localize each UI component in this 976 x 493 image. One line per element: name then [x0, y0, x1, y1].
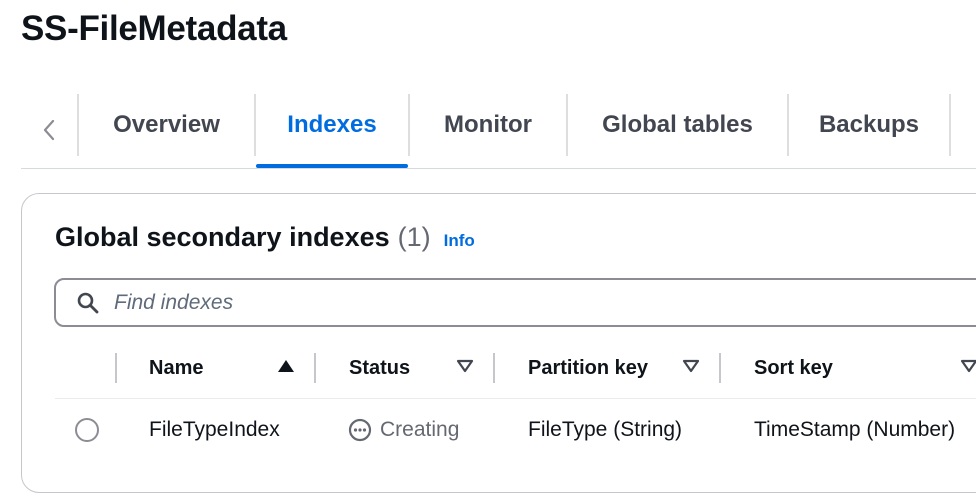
- column-divider: [115, 353, 117, 383]
- tab-overview[interactable]: Overview: [79, 92, 254, 158]
- search-icon: [77, 292, 99, 314]
- column-header-partition-key[interactable]: Partition key: [528, 353, 648, 383]
- search-input[interactable]: [114, 280, 974, 325]
- status-text: Creating: [380, 418, 460, 441]
- tab-divider: [949, 94, 951, 156]
- gsi-title: Global secondary indexes: [55, 222, 390, 252]
- partition-key-value: FileType (String): [528, 418, 683, 441]
- sort-icon[interactable]: [960, 359, 976, 373]
- info-link[interactable]: Info: [444, 231, 475, 251]
- column-header-status[interactable]: Status: [349, 353, 410, 383]
- table-row-divider: [55, 398, 976, 399]
- column-divider: [493, 353, 495, 383]
- tab-global-tables[interactable]: Global tables: [568, 92, 787, 158]
- tab-bar: Overview Indexes Monitor Global tables B…: [21, 92, 976, 169]
- column-header-sort-key[interactable]: Sort key: [754, 353, 833, 383]
- search-box: [54, 278, 976, 327]
- sort-ascending-icon[interactable]: [277, 359, 295, 373]
- in-progress-icon: [348, 418, 372, 442]
- status-cell: Creating: [348, 415, 459, 445]
- column-header-name[interactable]: Name: [149, 353, 203, 383]
- index-name: FileTypeIndex: [149, 418, 280, 441]
- sort-icon[interactable]: [682, 359, 700, 373]
- tab-backups[interactable]: Backups: [789, 92, 949, 158]
- tab-indexes[interactable]: Indexes: [256, 92, 408, 158]
- gsi-count: (1): [397, 222, 431, 252]
- tabs-scroll-left-button[interactable]: [21, 92, 77, 167]
- active-tab-indicator: [256, 164, 408, 168]
- sort-key-value: TimeStamp (Number): [754, 418, 956, 441]
- column-divider: [314, 353, 316, 383]
- chevron-left-icon: [43, 119, 55, 140]
- sort-icon[interactable]: [456, 359, 474, 373]
- column-divider: [719, 353, 721, 383]
- tab-monitor[interactable]: Monitor: [410, 92, 566, 158]
- gsi-heading: Global secondary indexes (1) Info: [55, 222, 475, 260]
- row-select-radio[interactable]: [75, 418, 99, 442]
- page-title: SS-FileMetadata: [21, 9, 287, 48]
